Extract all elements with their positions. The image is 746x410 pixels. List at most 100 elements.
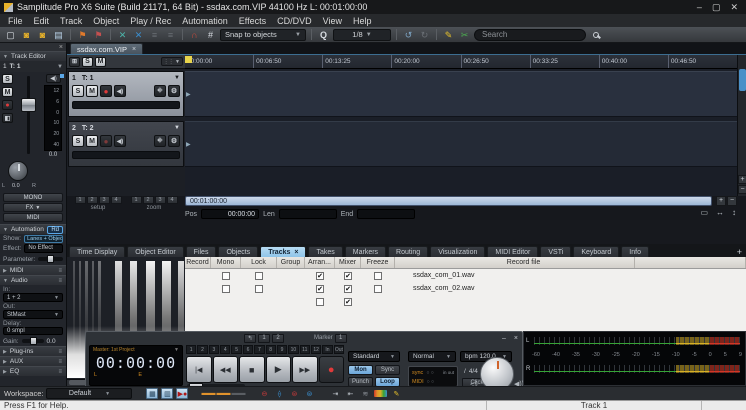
workspace-dropdown[interactable]: Default ▼: [46, 388, 132, 399]
lane-collapse-icon[interactable]: ▶: [186, 91, 191, 98]
arrange-area[interactable]: ▶ ▶: [185, 69, 737, 196]
track-1-routing-button[interactable]: ⎆: [154, 85, 166, 97]
play-button[interactable]: ▶: [266, 356, 292, 383]
range-back-button[interactable]: ↰: [244, 334, 256, 343]
tab-midi-editor[interactable]: MIDI Editor: [487, 246, 538, 257]
track-grid-icon[interactable]: ⊞: [69, 57, 80, 67]
rewind-button[interactable]: ◀◀: [213, 356, 239, 383]
spectral-display-icon[interactable]: [374, 390, 387, 397]
record-file-cell[interactable]: ssdax_com_02.wav: [395, 282, 635, 295]
automation-effect-field[interactable]: No Effect: [24, 244, 63, 253]
plugins-section-header[interactable]: ▶ Plug-ins ≡: [0, 346, 66, 356]
locator-1[interactable]: 1: [186, 345, 196, 354]
zoom-2-button[interactable]: 2: [143, 196, 154, 204]
track-2-settings-icon[interactable]: ⚙: [168, 135, 180, 147]
tab-info[interactable]: Info: [621, 246, 649, 257]
zoom-horizontal-icon[interactable]: ⇥: [329, 388, 341, 399]
new-project-icon[interactable]: ▢: [4, 29, 17, 41]
record-play-icon[interactable]: ▶●: [176, 388, 188, 399]
midi-section-header[interactable]: ▶ MIDI ≡: [0, 265, 66, 275]
color-pencil-icon[interactable]: ✎: [442, 29, 455, 41]
track-manager-button[interactable]: ⋮⋮ ▼: [161, 57, 183, 66]
locator-4[interactable]: 4: [220, 345, 230, 354]
track-1-monitor-button[interactable]: ◀): [114, 85, 126, 97]
range-flag2-icon[interactable]: ⚑: [92, 29, 105, 41]
table-row[interactable]: ✔: [185, 295, 746, 308]
setup-3-button[interactable]: 3: [99, 196, 110, 204]
track-2-volume-slider[interactable]: [72, 151, 180, 159]
edit-pencil-icon[interactable]: ✎: [390, 388, 402, 399]
track-2-solo-button[interactable]: S: [72, 135, 84, 147]
workspace-layout-icon[interactable]: ▦: [146, 388, 158, 399]
mixer-checkbox[interactable]: ✔: [344, 272, 352, 280]
mono-button[interactable]: MONO: [3, 193, 63, 202]
automation-parameter-slider[interactable]: [38, 257, 63, 261]
menu-automation[interactable]: Automation: [182, 16, 228, 26]
marker-range2-icon[interactable]: ▬▬: [217, 388, 229, 399]
fast-forward-button[interactable]: ▶▶: [292, 356, 318, 383]
pan-knob[interactable]: [8, 161, 28, 181]
fx-button[interactable]: FX▼: [3, 203, 63, 212]
zoom-fit-icon[interactable]: ▭: [700, 208, 708, 217]
save-icon[interactable]: ▤: [52, 29, 65, 41]
volume-fader[interactable]: [21, 98, 36, 112]
horizontal-scrollbar[interactable]: 00:01:00:00: [185, 196, 712, 206]
lane-collapse-icon[interactable]: ▶: [186, 141, 191, 148]
delay-field[interactable]: 0 smpl: [3, 327, 63, 335]
arranger-checkbox[interactable]: ✔: [316, 272, 324, 280]
vertical-fit-icon[interactable]: ↕: [732, 208, 736, 217]
tab-markers[interactable]: Markers: [345, 246, 386, 257]
stop-button[interactable]: ■: [239, 356, 265, 383]
grid-lines-icon[interactable]: ≋: [359, 388, 371, 399]
zoom-3-button[interactable]: 3: [155, 196, 166, 204]
mixer-checkbox[interactable]: ✔: [344, 285, 352, 293]
tab-objects[interactable]: Objects: [218, 246, 258, 257]
punch-in-button[interactable]: In: [322, 345, 332, 354]
midi-button[interactable]: MIDI: [3, 213, 63, 222]
global-mute-button[interactable]: M: [95, 57, 106, 67]
tab-takes[interactable]: Takes: [308, 246, 342, 257]
locator-11[interactable]: 11: [300, 345, 310, 354]
tab-files[interactable]: Files: [186, 246, 217, 257]
tab-vsti[interactable]: VSTi: [540, 246, 571, 257]
undo-icon[interactable]: ↺: [402, 29, 415, 41]
range-1-button[interactable]: 1: [258, 334, 270, 343]
locator-2[interactable]: 2: [197, 345, 207, 354]
cut-x-icon[interactable]: ✕: [116, 29, 129, 41]
grid-icon[interactable]: #: [204, 29, 217, 41]
menu-track[interactable]: Track: [60, 16, 82, 26]
freeze-checkbox[interactable]: [374, 285, 382, 293]
locator-6[interactable]: 6: [243, 345, 253, 354]
play-mode-dropdown[interactable]: Normal ▼: [408, 351, 456, 362]
locator-5[interactable]: 5: [231, 345, 241, 354]
table-row[interactable]: ✔ ✔ ssdax_com_01.wav: [185, 269, 746, 282]
project-tab[interactable]: ssdax.com.VIP ×: [70, 43, 143, 54]
snap-mode-dropdown[interactable]: Snap to objects ▼: [220, 29, 306, 41]
horizontal-zoom-out-button[interactable]: −: [727, 196, 737, 206]
track-2-lane[interactable]: ▶: [185, 121, 737, 167]
length-field[interactable]: [279, 209, 337, 219]
table-row[interactable]: ✔ ✔ ssdax_com_02.wav: [185, 282, 746, 295]
search-icon[interactable]: [589, 29, 602, 41]
menu-help[interactable]: Help: [353, 16, 372, 26]
track-1-settings-icon[interactable]: ⚙: [168, 85, 180, 97]
fade-out-icon[interactable]: ⊖: [258, 388, 270, 399]
locator-7[interactable]: 7: [254, 345, 264, 354]
position-field[interactable]: 00:00:00: [201, 209, 259, 219]
minimize-button[interactable]: –: [697, 2, 702, 13]
aux-section-header[interactable]: ▶ AUX ≡: [0, 356, 66, 366]
monitor-speaker-icon[interactable]: ◀): [46, 74, 61, 83]
locator-10[interactable]: 10: [288, 345, 298, 354]
quantize-button[interactable]: Q: [317, 29, 330, 41]
zoom-vertical-icon[interactable]: ⇤: [344, 388, 356, 399]
quantize-value-dropdown[interactable]: 1/8 ▼: [333, 29, 391, 41]
tab-close-icon[interactable]: ×: [294, 249, 298, 256]
setup-2-button[interactable]: 2: [87, 196, 98, 204]
crossfade-icon[interactable]: ⊜: [303, 388, 315, 399]
menu-object[interactable]: Object: [93, 16, 119, 26]
automation-show-value[interactable]: Lanes + Object: [24, 235, 63, 243]
vertical-zoom-out-button[interactable]: −: [738, 185, 746, 194]
track-1-volume-slider[interactable]: [72, 101, 180, 109]
punch-out-button[interactable]: Out: [334, 345, 344, 354]
marker-1-button[interactable]: 1: [335, 334, 347, 343]
